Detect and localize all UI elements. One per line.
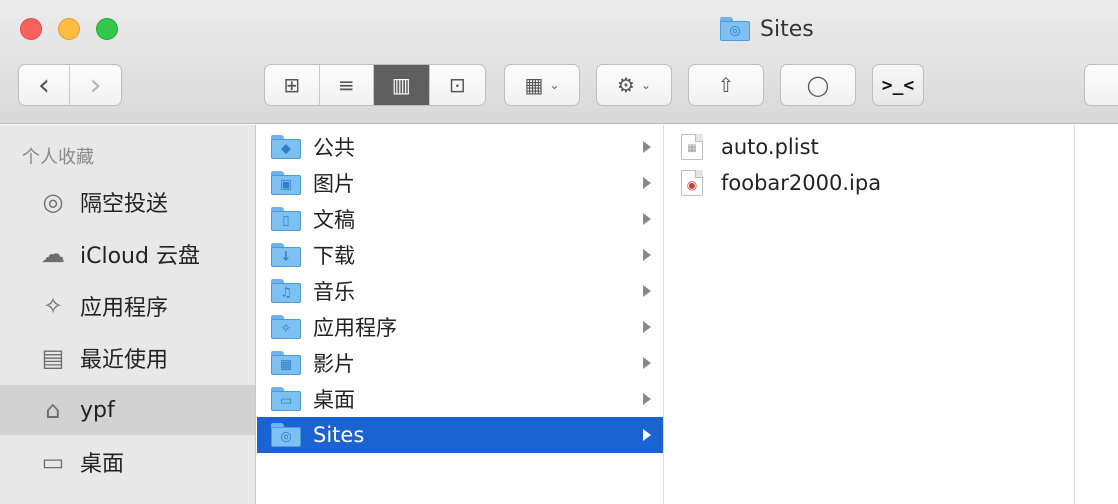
folder-label: 下载 <box>313 244 355 268</box>
sidebar-section-favorites: 个人收藏 <box>22 147 94 168</box>
applications-folder-icon: ✧ <box>271 315 301 339</box>
disclosure-arrow-icon <box>643 213 651 225</box>
file-row-auto-plist[interactable]: ▦ auto.plist <box>665 129 1074 165</box>
disclosure-arrow-icon <box>643 285 651 297</box>
coverflow-view-button[interactable]: ⊡ <box>430 65 485 105</box>
sites-folder-icon: ◎ <box>271 423 301 447</box>
open-terminal-button[interactable]: >_< <box>872 64 924 106</box>
zoom-window-button[interactable] <box>96 18 118 40</box>
plist-file-icon: ▦ <box>681 134 703 160</box>
gear-icon: ⚙ <box>617 73 635 97</box>
browser-column-empty <box>1076 125 1118 504</box>
window-titlebar: ◎ Sites ‹ › ⊞ ≡ ▥ ⊡ ▦ ⌄ ⚙ ⌄ ⇧ ◯ >_< <box>0 0 1118 124</box>
music-folder-icon: ♫ <box>271 279 301 303</box>
downloads-folder-icon: ↓ <box>271 243 301 267</box>
sidebar: 个人收藏 ◎ 隔空投送 ☁ iCloud 云盘 ✧ 应用程序 ▤ 最近使用 ⌂ … <box>0 125 256 504</box>
folder-label: 公共 <box>313 136 355 160</box>
folder-row-sites[interactable]: ◎ Sites <box>257 417 663 453</box>
disclosure-arrow-icon <box>643 141 651 153</box>
disclosure-arrow-icon <box>643 249 651 261</box>
list-icon: ≡ <box>337 73 355 97</box>
chevron-down-icon: ⌄ <box>549 78 560 92</box>
share-icon: ⇧ <box>717 73 735 97</box>
group-icon: ▦ <box>524 73 544 97</box>
file-row-foobar2000-ipa[interactable]: ◉ foobar2000.ipa <box>665 165 1074 201</box>
forward-button[interactable]: › <box>70 65 121 105</box>
folder-row-pictures[interactable]: ▣ 图片 <box>257 165 663 201</box>
edit-tags-button[interactable]: ◯ <box>780 64 856 106</box>
back-forward-control: ‹ › <box>18 64 122 106</box>
folder-label: 图片 <box>313 172 355 196</box>
desktop-folder-icon: ▭ <box>271 387 301 411</box>
search-field[interactable] <box>1084 64 1118 106</box>
columns-icon: ▥ <box>391 73 411 97</box>
folder-row-music[interactable]: ♫ 音乐 <box>257 273 663 309</box>
documents-folder-icon: ▯ <box>271 207 301 231</box>
sidebar-item-label: 桌面 <box>80 452 125 477</box>
list-view-button[interactable]: ≡ <box>320 65 374 105</box>
disclosure-arrow-icon <box>643 393 651 405</box>
folder-row-desktop[interactable]: ▭ 桌面 <box>257 381 663 417</box>
chevron-right-icon: › <box>89 67 102 103</box>
sidebar-item-icloud-drive[interactable]: ☁ iCloud 云盘 <box>0 229 255 279</box>
folder-label: 文稿 <box>313 208 355 232</box>
browser-column-sites: ▦ auto.plist ◉ foobar2000.ipa <box>665 125 1075 504</box>
folder-row-documents[interactable]: ▯ 文稿 <box>257 201 663 237</box>
sidebar-item-label: 应用程序 <box>80 296 169 321</box>
folder-row-downloads[interactable]: ↓ 下载 <box>257 237 663 273</box>
file-label: foobar2000.ipa <box>721 171 882 195</box>
coverflow-icon: ⊡ <box>448 73 466 97</box>
share-button[interactable]: ⇧ <box>688 64 764 106</box>
desktop-icon: ▭ <box>41 448 65 476</box>
minimize-window-button[interactable] <box>58 18 80 40</box>
sidebar-item-label: 最近使用 <box>80 348 169 373</box>
window-title-text: Sites <box>760 16 814 42</box>
back-button[interactable]: ‹ <box>19 65 71 105</box>
disclosure-arrow-icon <box>643 429 651 441</box>
disclosure-arrow-icon <box>643 177 651 189</box>
folder-label: 桌面 <box>313 388 355 412</box>
chevron-down-icon: ⌄ <box>640 78 651 92</box>
action-menu-button[interactable]: ⚙ ⌄ <box>596 64 672 106</box>
cloud-icon: ☁ <box>41 240 65 268</box>
disclosure-arrow-icon <box>643 321 651 333</box>
folder-label: Sites <box>313 423 365 447</box>
public-folder-icon: ◆ <box>271 135 301 159</box>
folder-label: 影片 <box>313 352 355 376</box>
sidebar-item-recents[interactable]: ▤ 最近使用 <box>0 333 255 383</box>
sidebar-item-label: iCloud 云盘 <box>80 244 200 269</box>
pictures-folder-icon: ▣ <box>271 171 301 195</box>
close-window-button[interactable] <box>20 18 42 40</box>
disclosure-arrow-icon <box>643 357 651 369</box>
folder-label: 应用程序 <box>313 316 397 340</box>
folder-label: 音乐 <box>313 280 355 304</box>
movies-folder-icon: ▦ <box>271 351 301 375</box>
folder-row-applications[interactable]: ✧ 应用程序 <box>257 309 663 345</box>
sidebar-item-label: 隔空投送 <box>80 192 169 217</box>
icon-view-button[interactable]: ⊞ <box>265 65 320 105</box>
folder-row-public[interactable]: ◆ 公共 <box>257 129 663 165</box>
tag-icon: ◯ <box>806 73 830 97</box>
chevron-left-icon: ‹ <box>38 67 50 103</box>
window-title: ◎ Sites <box>720 14 814 44</box>
sidebar-item-label: ypf <box>80 397 115 423</box>
group-by-button[interactable]: ▦ ⌄ <box>504 64 580 106</box>
home-icon: ⌂ <box>45 396 61 424</box>
recents-icon: ▤ <box>41 344 65 372</box>
sidebar-item-airdrop[interactable]: ◎ 隔空投送 <box>0 177 255 227</box>
column-view-button[interactable]: ▥ <box>374 65 430 105</box>
file-label: auto.plist <box>721 135 819 159</box>
sidebar-item-applications[interactable]: ✧ 应用程序 <box>0 281 255 331</box>
folder-row-movies[interactable]: ▦ 影片 <box>257 345 663 381</box>
grid-icon: ⊞ <box>283 73 301 97</box>
sidebar-item-home[interactable]: ⌂ ypf <box>0 385 255 435</box>
ipa-file-icon: ◉ <box>681 170 703 196</box>
sidebar-item-desktop[interactable]: ▭ 桌面 <box>0 437 255 487</box>
airdrop-icon: ◎ <box>42 188 64 216</box>
applications-icon: ✧ <box>42 292 64 320</box>
browser-column-home: ◆ 公共 ▣ 图片 ▯ 文稿 ↓ 下载 ♫ 音乐 ✧ 应用程序 ▦ 影片 ▭ 桌… <box>257 125 664 504</box>
sites-folder-icon: ◎ <box>720 17 750 41</box>
view-mode-control: ⊞ ≡ ▥ ⊡ <box>264 64 486 106</box>
terminal-icon: >_< <box>881 74 915 96</box>
